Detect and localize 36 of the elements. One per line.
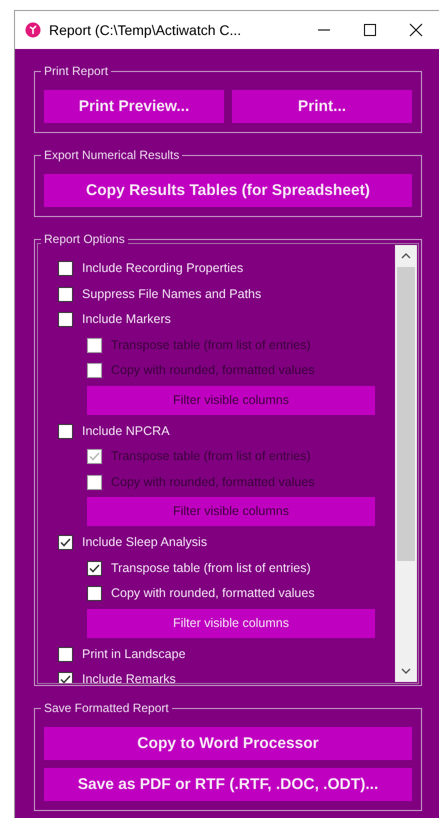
scrollbar[interactable] [395,245,417,682]
checkbox-label[interactable]: Suppress File Names and Paths [82,284,262,304]
close-icon [409,23,423,37]
checkbox-label[interactable]: Include Recording Properties [82,259,244,278]
group-title: Export Numerical Results [41,147,182,163]
checkbox-label[interactable]: Include Markers [82,310,171,330]
checkbox-label[interactable]: Print in Landscape [82,644,186,664]
action-button[interactable]: Save as PDF or RTF (.RTF, .DOC, .ODT)... [44,768,412,801]
action-button[interactable]: Copy to Word Processor [44,727,412,760]
action-button[interactable]: Print... [232,90,412,123]
checkbox[interactable] [87,586,102,602]
action-button[interactable]: Copy Results Tables (for Spreadsheet) [44,174,412,207]
group-title: Print Report [41,63,112,79]
scroll-thumb[interactable] [397,267,415,561]
filter-columns-button[interactable]: Filter visible columns [87,608,375,638]
checkbox[interactable] [58,424,73,439]
checkbox[interactable] [58,312,73,328]
checkbox[interactable] [58,261,73,276]
checkbox-label[interactable]: Transpose table (from list of entries) [111,558,311,578]
checkbox[interactable] [87,560,102,576]
action-button[interactable]: Print Preview... [44,90,224,123]
group-title: Save Formatted Report [41,700,172,716]
checkbox-label[interactable]: Include Sleep Analysis [82,533,208,552]
checkbox[interactable] [58,672,73,683]
checkbox[interactable] [58,646,73,662]
checkbox[interactable] [58,535,73,550]
window-title: Report (C:\Temp\Actiwatch C... [49,20,242,40]
group-title: Report Options [41,231,128,247]
minimize-icon [317,29,331,31]
checkbox-label[interactable]: Copy with rounded, formatted values [111,584,315,604]
app-icon [25,22,41,38]
caret-up-icon [401,253,411,259]
checkbox[interactable] [58,286,73,302]
checkbox-label[interactable]: Include NPCRA [82,422,170,441]
maximize-icon [363,23,377,37]
caret-down-icon [401,668,411,674]
